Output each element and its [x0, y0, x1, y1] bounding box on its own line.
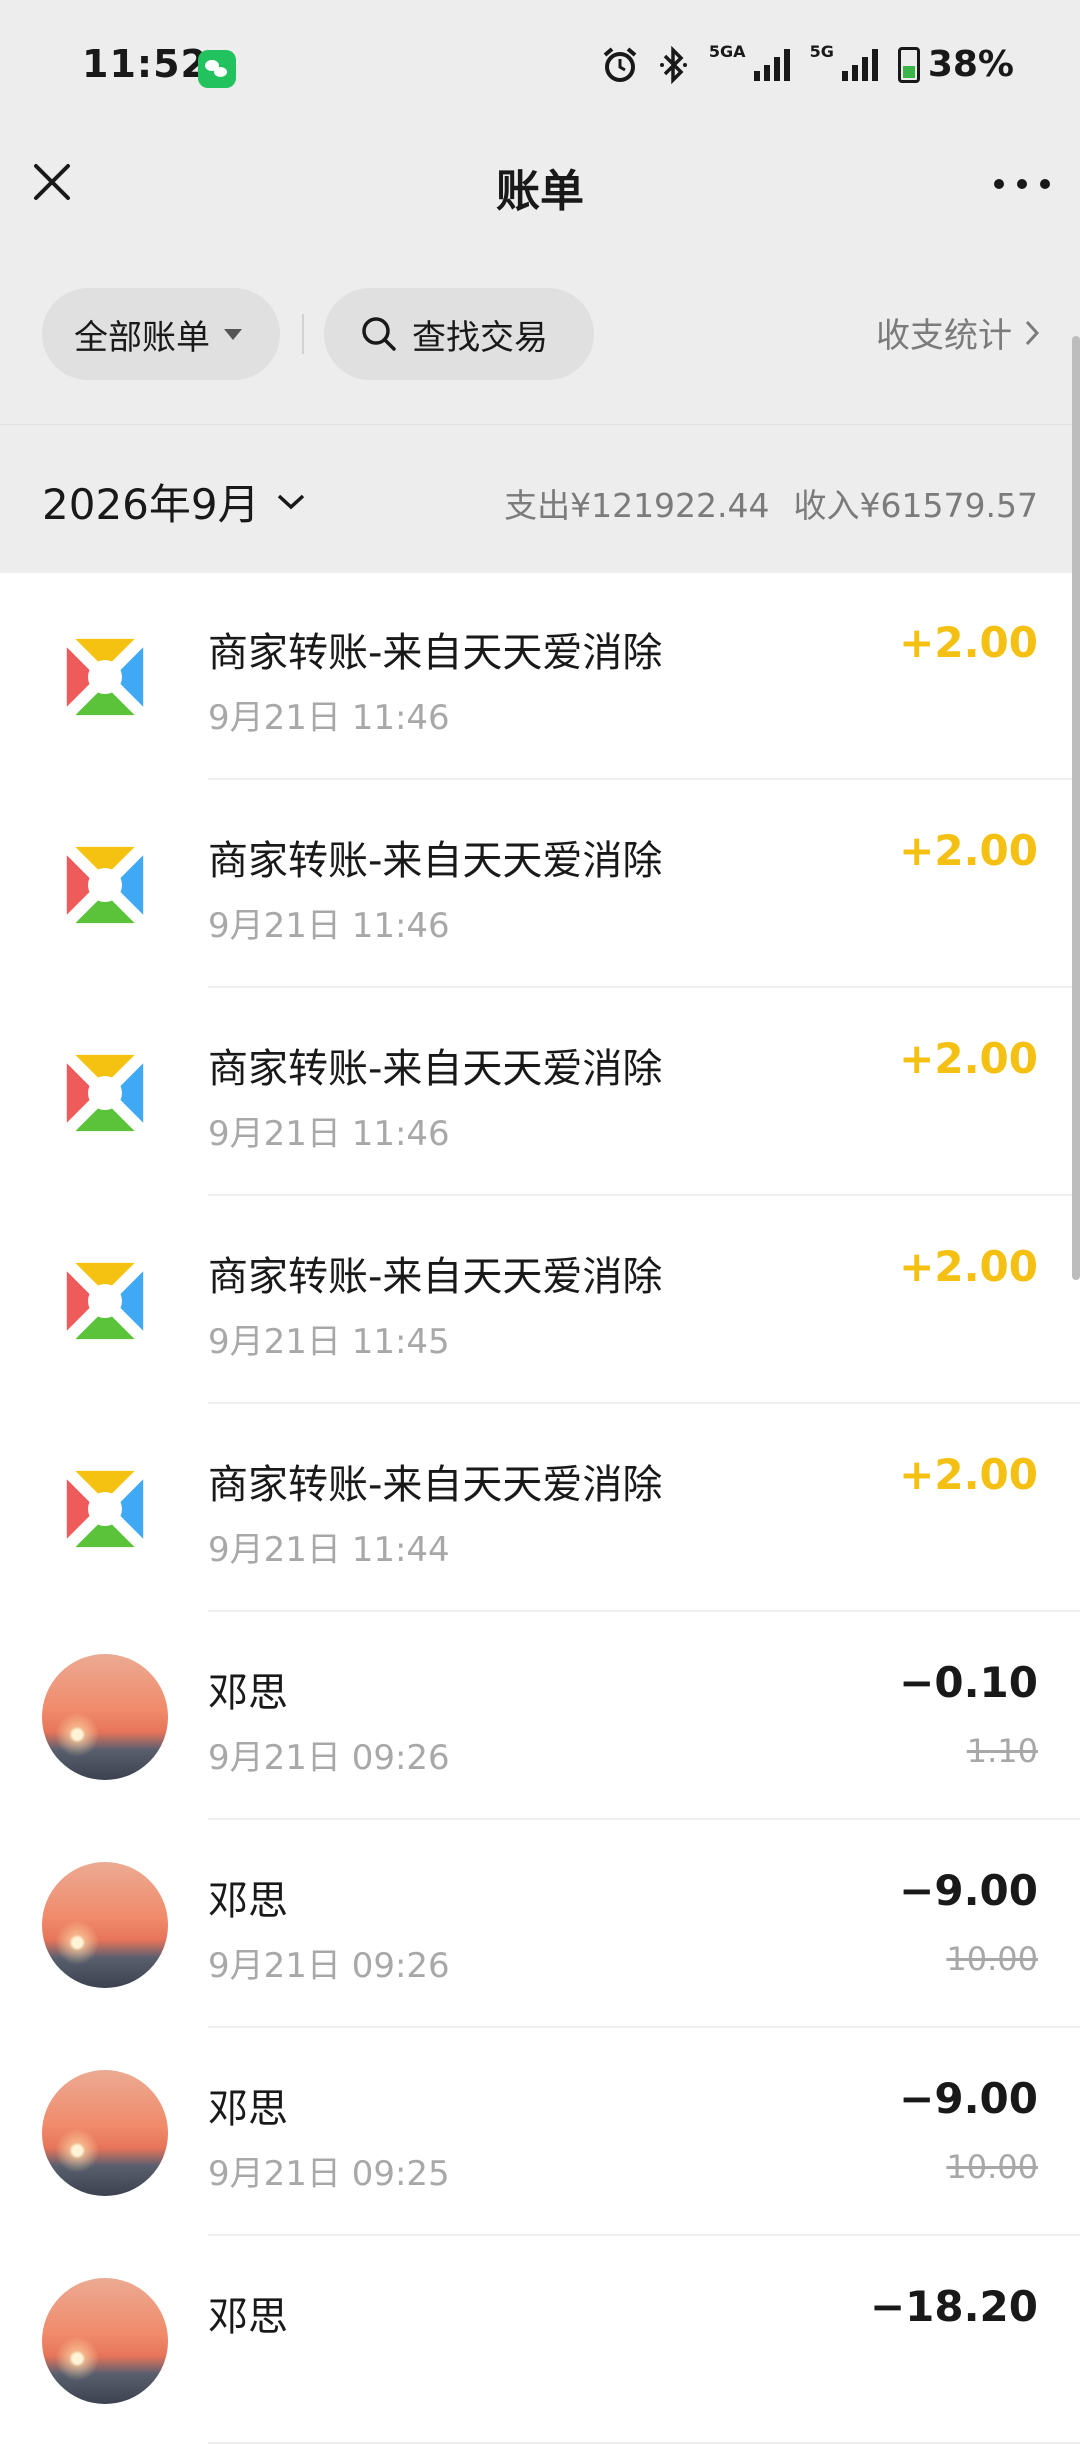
page-title: 账单 — [496, 166, 584, 217]
signal-icon — [753, 48, 790, 81]
month-label: 2026年9月 — [42, 480, 260, 529]
chevron-down-icon — [277, 494, 304, 509]
network-5g-label: 5G — [809, 42, 834, 61]
merchant-logo-icon — [42, 822, 168, 948]
transaction-amount: −0.10 — [899, 1658, 1038, 1707]
transaction-amount: −9.00 — [899, 2074, 1038, 2123]
search-transactions-button[interactable]: 查找交易 — [324, 288, 594, 380]
transaction-name: 邓思 — [208, 1670, 288, 1716]
transaction-name: 商家转账-来自天天爱消除 — [208, 1462, 663, 1508]
transaction-date: 9月21日 09:26 — [208, 1946, 450, 1986]
transaction-name: 邓思 — [208, 1878, 288, 1924]
transaction-amount: +2.00 — [899, 826, 1038, 875]
transaction-date: 9月21日 09:26 — [208, 1738, 450, 1778]
battery-percent: 38% — [927, 44, 1014, 85]
transaction-amount: +2.00 — [899, 1034, 1038, 1083]
signal-icon-2 — [841, 48, 878, 81]
filter-divider — [302, 314, 304, 354]
network-5ga-label: 5GA — [708, 42, 746, 61]
transaction-date: 9月21日 11:44 — [208, 1530, 450, 1570]
scrollbar[interactable] — [1072, 336, 1080, 1280]
transaction-amount: −9.00 — [899, 1866, 1038, 1915]
transaction-original-amount: 10.00 — [946, 2148, 1038, 2186]
status-bar: 11:52 5GA 5G 38% — [0, 0, 1080, 140]
chevron-right-icon — [1025, 320, 1040, 345]
transaction-row-5[interactable]: 商家转账-来自天天爱消除 9月21日 11:44 +2.00 — [0, 1404, 1080, 1612]
transaction-row-4[interactable]: 商家转账-来自天天爱消除 9月21日 11:45 +2.00 — [0, 1196, 1080, 1404]
status-icons: 5GA 5G 38% — [601, 44, 1014, 85]
wechat-notification-icon — [198, 50, 236, 88]
transaction-row-6[interactable]: 邓思 9月21日 09:26 −0.10 1.10 — [0, 1612, 1080, 1820]
transaction-date: 9月21日 11:46 — [208, 698, 450, 738]
merchant-logo-icon — [42, 1030, 168, 1156]
caret-down-icon — [224, 328, 242, 340]
bluetooth-icon — [659, 45, 687, 84]
transaction-date: 9月21日 11:46 — [208, 1114, 450, 1154]
transaction-row-9[interactable]: 邓思 −18.20 — [0, 2236, 1080, 2444]
transaction-amount: −18.20 — [869, 2282, 1038, 2331]
merchant-logo-icon — [42, 1238, 168, 1364]
transaction-amount: +2.00 — [899, 1450, 1038, 1499]
status-time: 11:52 — [82, 42, 208, 86]
transaction-original-amount: 10.00 — [946, 1940, 1038, 1978]
stats-label: 收支统计 — [876, 316, 1012, 356]
transaction-name: 邓思 — [208, 2086, 288, 2132]
transaction-date: 9月21日 11:45 — [208, 1322, 450, 1362]
transaction-date: 9月21日 09:25 — [208, 2154, 450, 2194]
transaction-row-8[interactable]: 邓思 9月21日 09:25 −9.00 10.00 — [0, 2028, 1080, 2236]
search-icon — [362, 317, 396, 351]
income-total: 收入¥61579.57 — [793, 486, 1038, 525]
transaction-name: 邓思 — [208, 2294, 288, 2340]
income-expense-stats-link[interactable]: 收支统计 — [876, 308, 1040, 357]
avatar — [42, 2278, 168, 2404]
month-selector[interactable]: 2026年9月 — [42, 471, 306, 532]
all-bills-label: 全部账单 — [74, 317, 210, 358]
merchant-logo-icon — [42, 1446, 168, 1572]
month-totals: 支出¥121922.44 收入¥61579.57 — [504, 479, 1038, 527]
transaction-row-1[interactable]: 商家转账-来自天天爱消除 9月21日 11:46 +2.00 — [0, 572, 1080, 780]
transaction-row-2[interactable]: 商家转账-来自天天爱消除 9月21日 11:46 +2.00 — [0, 780, 1080, 988]
expense-total: 支出¥121922.44 — [504, 486, 770, 525]
transaction-row-7[interactable]: 邓思 9月21日 09:26 −9.00 10.00 — [0, 1820, 1080, 2028]
avatar — [42, 1862, 168, 1988]
transaction-list: 商家转账-来自天天爱消除 9月21日 11:46 +2.00 商家转账-来自天天… — [0, 572, 1080, 2444]
transaction-amount: +2.00 — [899, 1242, 1038, 1291]
more-options-icon[interactable] — [994, 172, 1050, 196]
alarm-icon — [603, 46, 637, 82]
transaction-name: 商家转账-来自天天爱消除 — [208, 838, 663, 884]
avatar — [42, 1654, 168, 1780]
search-label: 查找交易 — [412, 317, 548, 358]
transaction-date: 9月21日 11:46 — [208, 906, 450, 946]
transaction-name: 商家转账-来自天天爱消除 — [208, 1254, 663, 1300]
transaction-row-3[interactable]: 商家转账-来自天天爱消除 9月21日 11:46 +2.00 — [0, 988, 1080, 1196]
transaction-amount: +2.00 — [899, 618, 1038, 667]
avatar — [42, 2070, 168, 2196]
transaction-original-amount: 1.10 — [966, 1732, 1038, 1770]
merchant-logo-icon — [42, 614, 168, 740]
battery-icon — [897, 46, 920, 83]
month-summary-bar: 2026年9月 支出¥121922.44 收入¥61579.57 — [0, 424, 1080, 573]
all-bills-filter[interactable]: 全部账单 — [42, 288, 280, 380]
transaction-name: 商家转账-来自天天爱消除 — [208, 630, 663, 676]
transaction-name: 商家转账-来自天天爱消除 — [208, 1046, 663, 1092]
